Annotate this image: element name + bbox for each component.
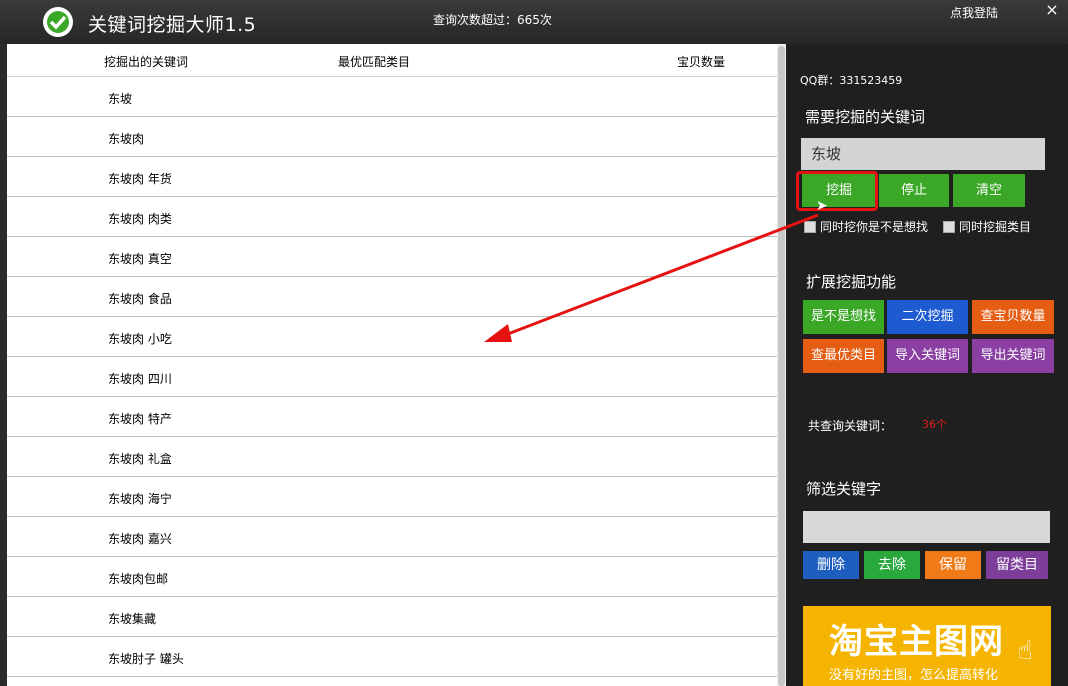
row-keyword: 东坡肉 海宁 (108, 492, 172, 506)
row-keyword: 东坡肉 食品 (108, 292, 172, 306)
checkbox-maybe-row[interactable]: 同时挖你是不是想找 (804, 218, 928, 235)
row-keyword: 东坡肘子 罐头 (108, 652, 184, 666)
checkbox-category[interactable] (943, 220, 955, 233)
extend-button-best-category[interactable]: 查最优类目 (803, 339, 884, 373)
row-keyword: 东坡肉 特产 (108, 412, 172, 426)
total-label: 共查询关键词： (808, 419, 893, 433)
control-panel: QQ群：331523459 需要挖掘的关键词 东坡 挖掘 停止 清空 同时挖你是… (786, 44, 1068, 686)
row-keyword: 东坡肉 年货 (108, 172, 172, 186)
table-row[interactable]: 东坡肉 (7, 117, 777, 157)
filter-delete-button[interactable]: 删除 (803, 551, 859, 579)
extend-button-maybe[interactable]: 是不是想找 (803, 300, 884, 334)
scroll-thumb[interactable] (778, 46, 785, 686)
table-row[interactable]: 东坡肉 海宁 (7, 477, 777, 517)
table-row[interactable]: 东坡肘子 罐头 (7, 637, 777, 677)
checkbox-maybe-label: 同时挖你是不是想找 (820, 220, 929, 234)
checkbox-category-label: 同时挖掘类目 (959, 220, 1032, 234)
extend-button-item-count[interactable]: 查宝贝数量 (972, 300, 1054, 334)
checkbox-maybe[interactable] (804, 220, 816, 233)
table-row[interactable]: 东坡肉 肉类 (7, 197, 777, 237)
filter-remove-button[interactable]: 去除 (864, 551, 920, 579)
login-link[interactable]: 点我登陆 (950, 4, 998, 21)
extend-section-title: 扩展挖掘功能 (806, 273, 897, 291)
row-keyword: 东坡 (108, 92, 133, 106)
column-category[interactable]: 最优匹配类目 (338, 53, 410, 70)
total-value: 36个 (922, 418, 947, 431)
table-row[interactable]: 东坡肉 特产 (7, 397, 777, 437)
row-keyword: 东坡集藏 (108, 612, 157, 626)
keyword-input[interactable]: 东坡 (801, 138, 1045, 170)
results-scrollbar[interactable] (777, 44, 786, 686)
filter-input[interactable] (803, 511, 1050, 543)
checkbox-category-row[interactable]: 同时挖掘类目 (943, 218, 1031, 235)
row-keyword: 东坡肉 嘉兴 (108, 532, 172, 546)
close-icon[interactable]: × (1041, 0, 1063, 20)
table-row[interactable]: 东坡肉 礼盒 (7, 437, 777, 477)
table-row[interactable]: 东坡 (7, 77, 777, 117)
query-count: 查询次数超过：665次 (433, 13, 552, 27)
filter-keep-category-button[interactable]: 留类目 (986, 551, 1048, 579)
mine-button-highlight (796, 171, 878, 211)
filter-section-title: 筛选关键字 (806, 480, 882, 498)
table-row[interactable]: 东坡肉 真空 (7, 237, 777, 277)
column-keyword[interactable]: 挖掘出的关键词 (104, 53, 188, 70)
mine-section-title: 需要挖掘的关键词 (805, 108, 926, 126)
row-keyword: 东坡肉 四川 (108, 372, 172, 386)
row-keyword: 东坡肉 真空 (108, 252, 172, 266)
table-row[interactable]: 东坡肉包邮 (7, 557, 777, 597)
title-bar: 关键词挖掘大师1.5 查询次数超过：665次 点我登陆 × (0, 0, 1068, 44)
table-row[interactable]: 东坡肉 年货 (7, 157, 777, 197)
stop-button[interactable]: 停止 (879, 174, 949, 207)
row-keyword: 东坡肉 小吃 (108, 332, 172, 346)
extend-button-import[interactable]: 导入关键词 (887, 339, 968, 373)
ad-banner[interactable]: 淘宝主图网 没有好的主图，怎么提高转化 ☝ (803, 606, 1051, 686)
extend-button-export[interactable]: 导出关键词 (972, 339, 1054, 373)
row-keyword: 东坡肉 肉类 (108, 212, 172, 226)
hand-pointer-icon: ☝ (1017, 636, 1033, 666)
results-rows: 东坡东坡肉东坡肉 年货 东坡肉 肉类 东坡肉 真空 东坡肉 食品 东坡肉 小吃 东坡肉 四… (7, 77, 777, 677)
filter-keep-button[interactable]: 保留 (925, 551, 981, 579)
qq-group: QQ群：331523459 (800, 74, 903, 87)
app-logo-icon (43, 7, 73, 37)
clear-button[interactable]: 清空 (953, 174, 1025, 207)
results-table: 挖掘出的关键词 最优匹配类目 宝贝数量 东坡东坡肉东坡肉 年货 东坡肉 肉类 东坡肉… (7, 44, 777, 686)
row-keyword: 东坡肉包邮 (108, 572, 169, 586)
cursor-icon: ➤ (816, 198, 828, 214)
row-keyword: 东坡肉 礼盒 (108, 452, 172, 466)
table-row[interactable]: 东坡肉 小吃 (7, 317, 777, 357)
banner-subtitle: 没有好的主图，怎么提高转化 (829, 668, 999, 683)
table-row[interactable]: 东坡肉 食品 (7, 277, 777, 317)
results-header: 挖掘出的关键词 最优匹配类目 宝贝数量 (7, 44, 777, 77)
app-title: 关键词挖掘大师1.5 (88, 14, 257, 36)
row-keyword: 东坡肉 (108, 132, 145, 146)
banner-title: 淘宝主图网 (829, 622, 1004, 662)
column-item-count[interactable]: 宝贝数量 (677, 53, 725, 70)
table-row[interactable]: 东坡集藏 (7, 597, 777, 637)
table-row[interactable]: 东坡肉 嘉兴 (7, 517, 777, 557)
table-row[interactable]: 东坡肉 四川 (7, 357, 777, 397)
extend-button-second-mine[interactable]: 二次挖掘 (887, 300, 968, 334)
